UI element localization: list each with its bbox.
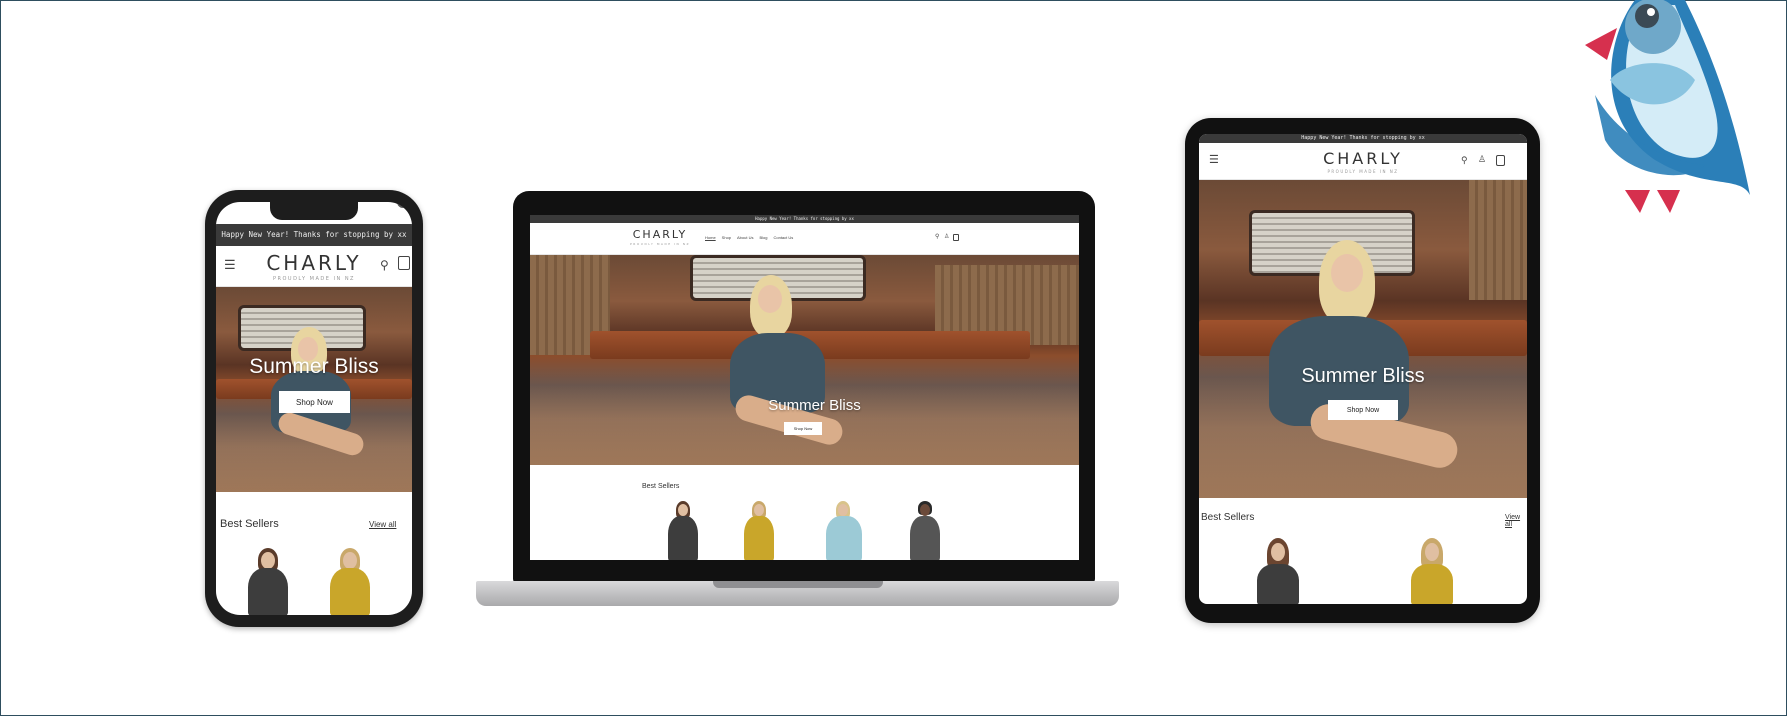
account-icon[interactable]: ♙	[1478, 154, 1486, 165]
best-sellers-title: Best Sellers	[220, 518, 279, 530]
best-sellers-section: Best Sellers	[530, 465, 1079, 560]
brand-name: CHARLY	[266, 251, 362, 275]
wood-fence-right	[1469, 180, 1527, 300]
best-sellers-title: Best Sellers	[1201, 512, 1255, 523]
hero-title: Summer Bliss	[1301, 365, 1425, 387]
search-icon[interactable]: ⚲	[1461, 155, 1468, 166]
announcement-text: Happy New Year! Thanks for stopping by x…	[221, 230, 407, 239]
site-header: CHARLY PROUDLY MADE IN NZ Home Shop Abou…	[530, 223, 1079, 255]
announcement-text: Happy New Year! Thanks for stopping by x…	[755, 216, 854, 221]
tablet-mockup: Happy New Year! Thanks for stopping by x…	[1185, 118, 1540, 623]
nav-item-contact[interactable]: Contact Us	[773, 235, 793, 240]
account-icon[interactable]: ♙	[944, 233, 949, 240]
announcement-text: Happy New Year! Thanks for stopping by x…	[1301, 135, 1425, 141]
site-header: ☰ CHARLY PROUDLY MADE IN NZ ⚲ ♙	[1199, 143, 1527, 180]
view-all-link[interactable]: View all	[1505, 514, 1527, 528]
announcement-bar: Happy New Year! Thanks for stopping by x…	[530, 215, 1079, 223]
shop-now-button[interactable]: Shop Now	[784, 422, 822, 435]
product-card[interactable]	[740, 501, 778, 560]
cart-icon[interactable]	[1496, 155, 1505, 166]
cart-icon[interactable]	[398, 256, 410, 270]
announcement-bar: Happy New Year! Thanks for stopping by x…	[216, 224, 412, 246]
search-icon[interactable]: ⚲	[935, 233, 939, 240]
tablet-screen: Happy New Year! Thanks for stopping by x…	[1199, 134, 1527, 604]
nav-item-blog[interactable]: Blog	[759, 235, 767, 240]
phone-camera	[397, 202, 409, 208]
nav-item-about[interactable]: About Us	[737, 235, 753, 240]
phone-screen: Happy New Year! Thanks for stopping by x…	[216, 202, 412, 615]
laptop-base	[476, 581, 1119, 606]
brand-tagline: PROUDLY MADE IN NZ	[1327, 169, 1399, 174]
brand-logo[interactable]: CHARLY PROUDLY MADE IN NZ	[630, 228, 690, 246]
hero-banner: Summer Bliss Shop Now	[1199, 180, 1527, 498]
hero-banner: Summer Bliss Shop Now	[216, 287, 412, 492]
shop-now-button[interactable]: Shop Now	[279, 391, 350, 413]
best-sellers-section: Best Sellers View all	[216, 492, 412, 615]
brand-tagline: PROUDLY MADE IN NZ	[630, 242, 691, 246]
hero-title: Summer Bliss	[768, 397, 861, 414]
laptop-mockup: Happy New Year! Thanks for stopping by x…	[476, 191, 1119, 606]
product-card[interactable]	[664, 501, 702, 560]
product-card[interactable]	[822, 501, 866, 560]
hero-banner: Summer Bliss Shop Now	[530, 255, 1079, 465]
phone-notch	[270, 202, 409, 220]
announcement-bar: Happy New Year! Thanks for stopping by x…	[1199, 134, 1527, 143]
shop-now-button[interactable]: Shop Now	[1328, 400, 1398, 420]
hero-title: Summer Bliss	[249, 355, 379, 378]
nav-item-home[interactable]: Home	[705, 235, 716, 240]
model-figure	[730, 275, 850, 465]
brand-name: CHARLY	[1323, 149, 1403, 168]
laptop-screen: Happy New Year! Thanks for stopping by x…	[530, 215, 1079, 560]
product-card[interactable]	[240, 548, 296, 615]
product-card[interactable]	[322, 548, 378, 615]
brand-name: CHARLY	[632, 228, 688, 241]
best-sellers-section: Best Sellers View all	[1199, 498, 1527, 604]
product-card[interactable]	[1407, 538, 1457, 604]
laptop-trackpad-notch	[713, 581, 883, 588]
brand-tagline: PROUDLY MADE IN NZ	[272, 276, 355, 282]
view-all-link[interactable]: View all	[369, 520, 396, 529]
phone-mockup: Happy New Year! Thanks for stopping by x…	[205, 190, 423, 627]
main-nav: Home Shop About Us Blog Contact Us	[705, 235, 793, 240]
product-card[interactable]	[906, 501, 944, 560]
product-card[interactable]	[1253, 538, 1303, 604]
nav-item-shop[interactable]: Shop	[722, 235, 731, 240]
best-sellers-title: Best Sellers	[642, 483, 680, 490]
search-icon[interactable]: ⚲	[380, 258, 389, 272]
cart-icon[interactable]	[953, 234, 959, 241]
puffin-bird-logo	[1585, 0, 1750, 213]
site-header: ☰ CHARLY PROUDLY MADE IN NZ ⚲	[216, 246, 412, 287]
laptop-lid: Happy New Year! Thanks for stopping by x…	[513, 191, 1095, 583]
